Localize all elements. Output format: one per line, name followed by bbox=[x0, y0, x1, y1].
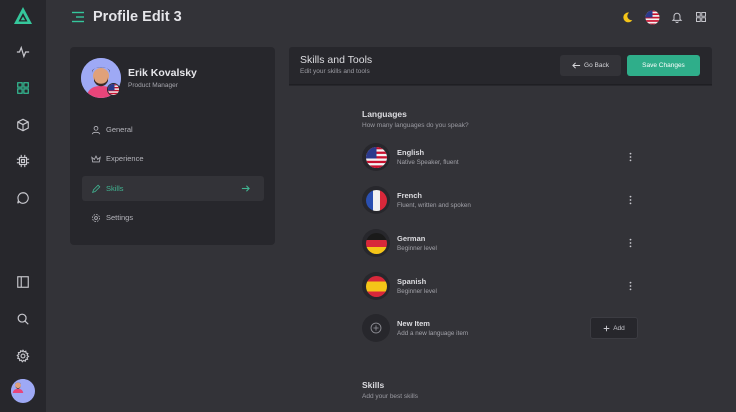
language-name: English bbox=[397, 148, 425, 157]
bell-icon[interactable] bbox=[669, 9, 685, 25]
new-item-desc: Add a new language item bbox=[397, 330, 469, 337]
save-changes-label: Save Changes bbox=[642, 62, 685, 69]
nav-item-general[interactable]: General bbox=[82, 117, 264, 142]
nav-item-label: Skills bbox=[106, 184, 124, 193]
profile-name: Erik Kovalsky bbox=[128, 67, 197, 79]
language-item: German Beginner level bbox=[362, 229, 642, 257]
flag-frame bbox=[362, 229, 390, 257]
crown-icon bbox=[91, 154, 101, 164]
flag-frame bbox=[362, 186, 390, 214]
plus-circle-icon bbox=[362, 314, 390, 342]
sidebar-toggle-icon[interactable] bbox=[13, 272, 33, 292]
activity-icon[interactable] bbox=[13, 42, 33, 62]
skills-title: Skills bbox=[362, 380, 385, 390]
panel-title: Skills and Tools bbox=[300, 54, 373, 66]
more-vertical-icon[interactable] bbox=[625, 280, 635, 292]
more-vertical-icon[interactable] bbox=[625, 151, 635, 163]
go-back-button[interactable]: Go Back bbox=[560, 55, 621, 76]
user-icon bbox=[91, 125, 101, 135]
profile-flag-us-icon bbox=[107, 83, 120, 96]
nav-item-label: Settings bbox=[106, 213, 134, 222]
panel-header: Skills and Tools Edit your skills and to… bbox=[289, 47, 712, 85]
us-flag-icon[interactable] bbox=[644, 9, 660, 25]
plus-icon bbox=[603, 325, 610, 331]
language-level: Beginner level bbox=[397, 288, 437, 295]
grid-icon[interactable] bbox=[13, 78, 33, 98]
settings-icon[interactable] bbox=[13, 346, 33, 366]
languages-title: Languages bbox=[362, 109, 407, 119]
nav-item-skills[interactable]: Skills bbox=[82, 176, 264, 201]
add-language-button[interactable]: Add bbox=[590, 317, 638, 339]
profile-role: Product Manager bbox=[128, 82, 178, 89]
more-vertical-icon[interactable] bbox=[625, 194, 635, 206]
new-item-name: New Item bbox=[397, 319, 430, 328]
user-avatar[interactable] bbox=[11, 379, 35, 403]
nav-item-label: General bbox=[106, 125, 133, 134]
search-icon[interactable] bbox=[13, 309, 33, 329]
us-flag-icon bbox=[365, 146, 387, 168]
language-level: Beginner level bbox=[397, 245, 437, 252]
panel-body: Languages How many languages do you spea… bbox=[289, 86, 712, 412]
menu-icon[interactable] bbox=[71, 10, 85, 24]
nav-item-experience[interactable]: Experience bbox=[82, 146, 264, 171]
de-flag-icon bbox=[365, 232, 387, 254]
logo-triangle-icon[interactable] bbox=[13, 6, 33, 26]
language-item: Spanish Beginner level bbox=[362, 272, 642, 300]
profile-card: Erik Kovalsky Product Manager General Ex… bbox=[70, 47, 275, 245]
language-item: English Native Speaker, fluent bbox=[362, 143, 642, 171]
more-vertical-icon[interactable] bbox=[625, 237, 635, 249]
skills-panel: Skills and Tools Edit your skills and to… bbox=[289, 47, 712, 412]
fr-flag-icon bbox=[365, 189, 387, 211]
es-flag-icon bbox=[365, 275, 387, 297]
language-level: Native Speaker, fluent bbox=[397, 159, 459, 166]
language-name: French bbox=[397, 191, 423, 200]
new-language-item: New Item Add a new language item Add bbox=[362, 314, 642, 342]
language-level: Fluent, written and spoken bbox=[397, 202, 471, 209]
nav-item-label: Experience bbox=[106, 154, 144, 163]
chip-icon[interactable] bbox=[13, 151, 33, 171]
moon-icon[interactable] bbox=[619, 9, 635, 25]
arrow-right-icon bbox=[241, 184, 250, 195]
chat-icon[interactable] bbox=[13, 188, 33, 208]
language-name: German bbox=[397, 234, 426, 243]
nav-item-settings[interactable]: Settings bbox=[82, 205, 264, 230]
add-label: Add bbox=[613, 324, 625, 332]
top-bar: Profile Edit 3 bbox=[46, 0, 736, 36]
panel-subtitle: Edit your skills and tools bbox=[300, 68, 370, 75]
language-item: French Fluent, written and spoken bbox=[362, 186, 642, 214]
go-back-label: Go Back bbox=[584, 62, 609, 69]
languages-subtitle: How many languages do you speak? bbox=[362, 122, 469, 129]
pen-icon bbox=[91, 184, 101, 194]
flag-frame bbox=[362, 143, 390, 171]
cube-icon[interactable] bbox=[13, 115, 33, 135]
skills-subtitle: Add your best skills bbox=[362, 393, 418, 400]
apps-grid-icon[interactable] bbox=[693, 9, 709, 25]
flag-frame bbox=[362, 272, 390, 300]
left-rail bbox=[0, 0, 46, 412]
language-name: Spanish bbox=[397, 277, 427, 286]
page-title: Profile Edit 3 bbox=[93, 9, 182, 25]
arrow-left-icon bbox=[572, 62, 581, 69]
save-changes-button[interactable]: Save Changes bbox=[627, 55, 700, 76]
gear-icon bbox=[91, 213, 101, 223]
